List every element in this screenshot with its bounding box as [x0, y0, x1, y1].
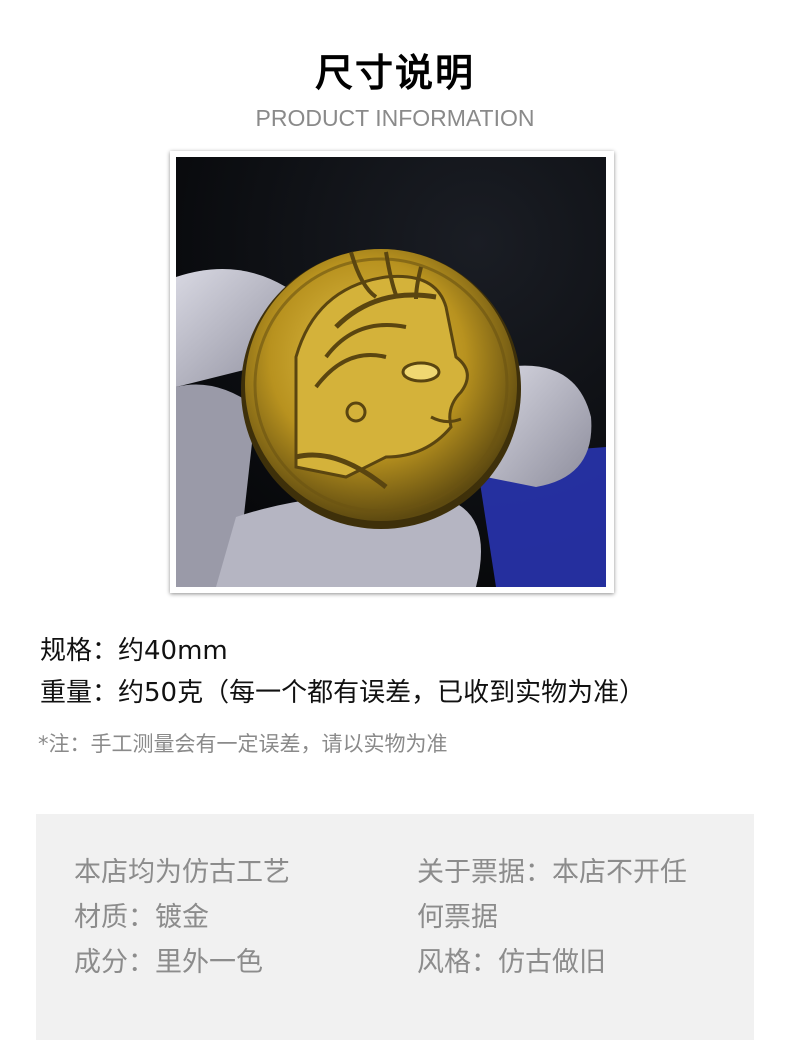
spec-size: 规格：约40mm [40, 636, 228, 666]
spec-weight: 重量：约50克（每一个都有误差，已收到实物为准） [40, 678, 646, 708]
measurement-note: *注：手工测量会有一定误差，请以实物为准 [38, 732, 448, 756]
page-title: 尺寸说明 [314, 51, 475, 95]
info-material: 材质：镀金 [74, 902, 209, 933]
info-craft: 本店均为仿古工艺 [74, 857, 290, 888]
info-style: 风格：仿古做旧 [417, 947, 606, 978]
info-invoice-cont: 何票据 [417, 902, 498, 933]
info-panel: 本店均为仿古工艺 材质：镀金 成分：里外一色 关于票据：本店不开任 何票据 风格… [36, 814, 754, 1040]
info-left-column: 本店均为仿古工艺 材质：镀金 成分：里外一色 [74, 850, 290, 985]
product-photo-frame [170, 151, 614, 593]
gold-coin-photo [176, 157, 606, 587]
info-right-column: 关于票据：本店不开任 何票据 风格：仿古做旧 [417, 850, 717, 985]
info-composition: 成分：里外一色 [74, 947, 263, 978]
page-subtitle: PRODUCT INFORMATION [255, 105, 535, 131]
info-invoice: 关于票据：本店不开任 [417, 857, 687, 888]
